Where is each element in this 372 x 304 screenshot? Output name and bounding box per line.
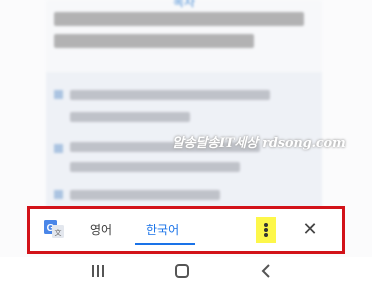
blurred-bullet <box>54 90 63 99</box>
blurred-text-row <box>70 190 220 200</box>
vertical-dots-icon <box>264 223 268 227</box>
blurred-page-content: 목차 <box>46 0 322 212</box>
blurred-text-row <box>70 90 270 100</box>
home-icon[interactable] <box>175 264 189 278</box>
vertical-dots-icon <box>264 233 268 237</box>
google-translate-icon[interactable]: G 文 <box>44 220 64 238</box>
navigation-bar <box>0 257 372 304</box>
close-button[interactable]: ✕ <box>298 217 322 241</box>
watermark-text: 알송달송IT세상 rdsong.com <box>172 136 346 151</box>
blurred-bullet <box>54 144 63 153</box>
recents-icon[interactable] <box>92 265 104 277</box>
more-options-button[interactable] <box>256 217 276 243</box>
tab-korean[interactable]: 한국어 <box>146 221 179 238</box>
close-icon: ✕ <box>302 218 318 240</box>
table-of-contents-link[interactable]: 목차 <box>46 0 322 10</box>
blurred-title-line <box>54 34 254 48</box>
back-icon[interactable] <box>260 263 272 279</box>
blurred-text-row <box>70 162 240 172</box>
svg-text:文: 文 <box>55 228 62 237</box>
translate-bar: G 文 영어 한국어 ✕ <box>27 206 345 254</box>
tab-english[interactable]: 영어 <box>90 221 112 238</box>
blurred-text-row <box>70 112 190 122</box>
blurred-title-line <box>54 12 304 26</box>
blurred-bullet <box>54 190 63 199</box>
vertical-dots-icon <box>264 228 268 232</box>
selected-tab-indicator <box>135 243 195 245</box>
